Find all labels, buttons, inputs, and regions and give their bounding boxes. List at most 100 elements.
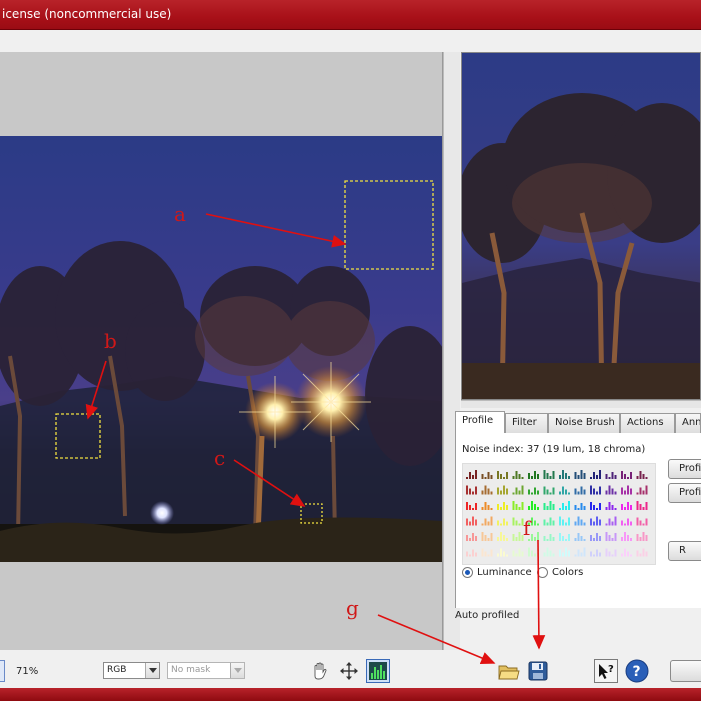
swatch-bar: [534, 520, 536, 526]
histogram-icon[interactable]: [366, 659, 390, 683]
radio-colors[interactable]: Colors: [537, 567, 583, 578]
swatch-bar: [639, 471, 642, 479]
swatch-bar: [528, 547, 530, 557]
swatch-bar: [531, 492, 533, 495]
help-pointer-icon[interactable]: ?: [594, 659, 618, 683]
color-space-select[interactable]: RGB: [103, 662, 160, 679]
swatch-bar: [624, 507, 626, 510]
swatch-bar: [534, 471, 536, 479]
swatch-bar: [487, 505, 490, 510]
color-space-value: RGB: [107, 665, 127, 675]
swatch-bar: [580, 486, 583, 495]
swatch-bar: [562, 536, 564, 541]
help-icon[interactable]: ?: [625, 659, 649, 683]
swatch-bar: [596, 508, 598, 510]
swatch-bar: [543, 536, 546, 541]
mask-select[interactable]: No mask: [167, 662, 245, 679]
view-mode-button[interactable]: [0, 660, 5, 682]
swatch-bar: [549, 517, 552, 526]
swatch-bar: [562, 486, 564, 495]
swatch-bar: [614, 491, 617, 495]
swatch-bar: [490, 508, 493, 510]
swatch-bar: [490, 533, 493, 541]
swatch-bar: [599, 470, 601, 479]
tab-annotations[interactable]: Ann: [675, 413, 701, 433]
swatch-bar: [599, 519, 601, 526]
chevron-down-icon[interactable]: [230, 663, 244, 678]
swatch-bar: [543, 470, 546, 479]
main-photo[interactable]: [0, 136, 442, 562]
swatch-bar: [552, 537, 555, 541]
swatch-bar: [466, 485, 468, 495]
swatch-bar: [512, 492, 515, 495]
swatch-bar: [487, 472, 490, 479]
save-icon[interactable]: [526, 659, 550, 683]
swatch-bar: [639, 553, 642, 557]
hand-icon[interactable]: [308, 659, 332, 683]
swatch-bar: [503, 502, 505, 510]
swatch-bar: [466, 477, 468, 479]
swatch-bar: [506, 554, 508, 557]
swatch-bar: [515, 471, 518, 479]
tab-actions[interactable]: Actions: [620, 413, 675, 433]
swatch-bar: [565, 547, 567, 557]
swatch-bar: [608, 551, 611, 557]
chevron-down-icon[interactable]: [145, 663, 159, 678]
swatch-bar: [627, 502, 629, 510]
swatch-bar: [503, 485, 505, 495]
swatch-bar: [636, 534, 639, 541]
swatch-bar: [518, 523, 521, 526]
preview-photo: [462, 93, 700, 399]
move-icon[interactable]: [337, 659, 361, 683]
noise-profile-grid[interactable]: [462, 463, 656, 565]
swatch-bar: [543, 552, 546, 557]
radio-luminance-circle[interactable]: [462, 567, 473, 578]
preview-pane[interactable]: [461, 52, 701, 400]
swatch-bar: [497, 520, 499, 526]
swatch-bar: [568, 534, 570, 541]
swatch-bar: [624, 523, 626, 526]
swatch-bar: [503, 518, 505, 526]
swatch-bar: [630, 488, 632, 495]
radio-colors-circle[interactable]: [537, 567, 548, 578]
title-bar[interactable]: icense (noncommercial use): [0, 0, 701, 30]
swatch-bar: [580, 503, 583, 510]
swatch-bar: [580, 470, 583, 479]
swatch-bar: [515, 553, 518, 557]
swatch-bar: [614, 549, 617, 557]
profile-button-2[interactable]: Profi: [668, 483, 701, 503]
annotation-label-b: b: [104, 329, 117, 353]
swatch-bar: [639, 487, 642, 495]
tab-filter[interactable]: Filter: [505, 413, 548, 433]
swatch-bar: [500, 523, 502, 526]
swatch-bar: [503, 535, 505, 541]
window-bottom-frame: [0, 688, 701, 701]
swatch-bar: [531, 517, 533, 526]
swatch-bar: [552, 487, 555, 495]
swatch-bar: [487, 521, 490, 526]
swatch-bar: [577, 475, 580, 479]
reset-button[interactable]: R: [668, 541, 701, 561]
swatch-bar: [546, 506, 549, 510]
swatch-bar: [636, 476, 639, 479]
swatch-bar: [559, 549, 561, 557]
svg-text:?: ?: [608, 664, 614, 675]
swatch-bar: [614, 475, 617, 479]
tab-profile[interactable]: Profile: [455, 411, 505, 434]
swatch-bar: [636, 501, 639, 510]
radio-luminance[interactable]: Luminance: [462, 567, 532, 578]
swatch-bar: [605, 507, 608, 510]
swatch-bar: [559, 491, 561, 495]
swatch-bar: [466, 518, 468, 526]
profile-button-1[interactable]: Profi: [668, 459, 701, 479]
swatch-bar: [469, 505, 471, 510]
swatch-bar: [611, 488, 614, 495]
swatch-bar: [472, 549, 474, 557]
noise-index-text: Noise index: 37 (19 lum, 18 chroma): [462, 444, 646, 455]
ok-button[interactable]: [670, 660, 701, 682]
preview-horizontal-scrollbar[interactable]: [461, 400, 701, 408]
swatch-bar: [621, 504, 623, 510]
tab-noise-brush[interactable]: Noise Brush: [548, 413, 620, 433]
open-folder-icon[interactable]: [497, 659, 521, 683]
svg-text:?: ?: [633, 664, 641, 680]
